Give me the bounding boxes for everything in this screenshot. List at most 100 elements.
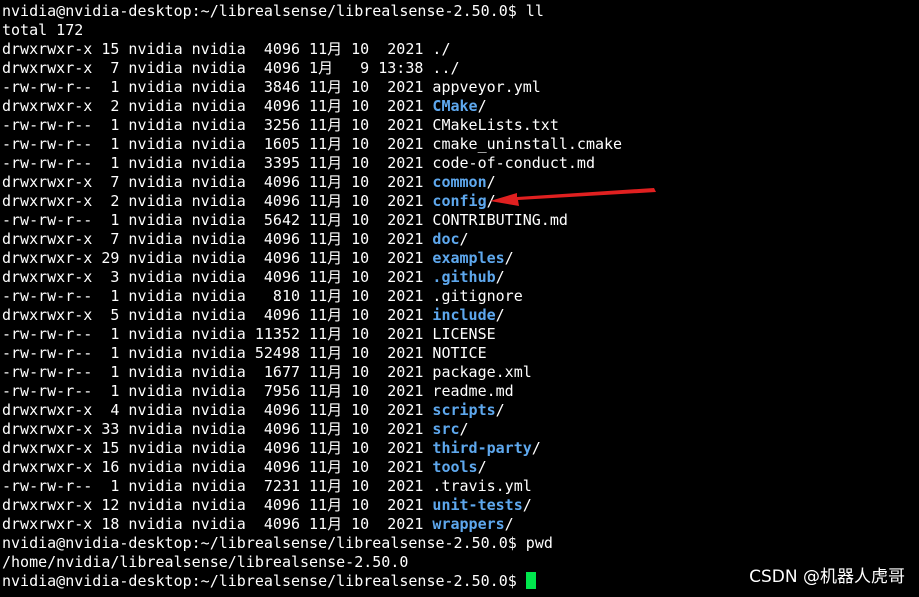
file-meta: drwxrwxr-x 16 nvidia nvidia 4096 11月 10 … [2,458,433,476]
command-line: nvidia@nvidia-desktop:~/librealsense/lib… [2,2,917,21]
file-meta: drwxrwxr-x 7 nvidia nvidia 4096 11月 10 2… [2,230,433,248]
path-separator: / [477,458,487,476]
file-name: .travis.yml [432,477,532,495]
directory-name: CMake [432,97,478,115]
listing-row: drwxrwxr-x 7 nvidia nvidia 4096 11月 10 2… [2,230,917,249]
listing-row: drwxrwxr-x 5 nvidia nvidia 4096 11月 10 2… [2,306,917,325]
command-line: nvidia@nvidia-desktop:~/librealsense/lib… [2,534,917,553]
file-meta: drwxrwxr-x 29 nvidia nvidia 4096 11月 10 … [2,249,433,267]
file-meta: drwxrwxr-x 4 nvidia nvidia 4096 11月 10 2… [2,401,433,419]
path-separator: / [486,173,496,191]
file-meta: drwxrwxr-x 33 nvidia nvidia 4096 11月 10 … [2,420,433,438]
file-name: code-of-conduct.md [432,154,595,172]
terminal-output[interactable]: nvidia@nvidia-desktop:~/librealsense/lib… [2,2,917,591]
file-name: CONTRIBUTING.md [432,211,568,229]
file-name: package.xml [432,363,532,381]
listing-row: drwxrwxr-x 15 nvidia nvidia 4096 11月 10 … [2,40,917,59]
file-name: ../ [432,59,460,77]
file-meta: -rw-rw-r-- 1 nvidia nvidia 11352 11月 10 … [2,325,433,343]
file-meta: drwxrwxr-x 3 nvidia nvidia 4096 11月 10 2… [2,268,433,286]
file-meta: drwxrwxr-x 15 nvidia nvidia 4096 11月 10 … [2,40,433,58]
directory-name: doc [432,230,460,248]
file-meta: drwxrwxr-x 12 nvidia nvidia 4096 11月 10 … [2,496,433,514]
file-name: LICENSE [432,325,496,343]
listing-row: -rw-rw-r-- 1 nvidia nvidia 1677 11月 10 2… [2,363,917,382]
file-meta: -rw-rw-r-- 1 nvidia nvidia 3846 11月 10 2… [2,78,433,96]
file-name: cmake_uninstall.cmake [432,135,623,153]
file-name: appveyor.yml [432,78,541,96]
directory-name: third-party [432,439,532,457]
shell-prompt: nvidia@nvidia-desktop:~/librealsense/lib… [2,2,526,20]
directory-name: wrappers [432,515,505,533]
listing-row: drwxrwxr-x 4 nvidia nvidia 4096 11月 10 2… [2,401,917,420]
listing-row: drwxrwxr-x 7 nvidia nvidia 4096 11月 10 2… [2,173,917,192]
directory-name: config [432,192,487,210]
shell-prompt: nvidia@nvidia-desktop:~/librealsense/lib… [2,572,526,590]
path-separator: / [486,192,496,210]
path-separator: / [504,249,514,267]
watermark: CSDN @机器人虎哥 [749,567,905,587]
directory-name: include [432,306,496,324]
directory-name: scripts [432,401,496,419]
file-meta: drwxrwxr-x 2 nvidia nvidia 4096 11月 10 2… [2,192,433,210]
file-meta: drwxrwxr-x 7 nvidia nvidia 4096 11月 10 2… [2,173,433,191]
path-separator: / [495,306,505,324]
command-text: pwd [525,534,553,552]
listing-row: -rw-rw-r-- 1 nvidia nvidia 7956 11月 10 2… [2,382,917,401]
path-separator: / [459,420,469,438]
listing-row: -rw-rw-r-- 1 nvidia nvidia 810 11月 10 20… [2,287,917,306]
file-name: .gitignore [432,287,523,305]
path-separator: / [495,268,505,286]
listing-row: drwxrwxr-x 7 nvidia nvidia 4096 1月 9 13:… [2,59,917,78]
path-separator: / [495,401,505,419]
listing-row: -rw-rw-r-- 1 nvidia nvidia 5642 11月 10 2… [2,211,917,230]
file-name: CMakeLists.txt [432,116,559,134]
file-meta: drwxrwxr-x 15 nvidia nvidia 4096 11月 10 … [2,439,433,457]
cursor [525,572,536,589]
listing-row: drwxrwxr-x 16 nvidia nvidia 4096 11月 10 … [2,458,917,477]
path-separator: / [459,230,469,248]
command-text: ll [525,2,544,20]
directory-name: examples [432,249,505,267]
directory-name: .github [432,268,496,286]
file-meta: drwxrwxr-x 18 nvidia nvidia 4096 11月 10 … [2,515,433,533]
directory-name: tools [432,458,478,476]
listing-row: -rw-rw-r-- 1 nvidia nvidia 1605 11月 10 2… [2,135,917,154]
directory-name: unit-tests [432,496,523,514]
directory-name: common [432,173,487,191]
listing-row: drwxrwxr-x 2 nvidia nvidia 4096 11月 10 2… [2,192,917,211]
file-meta: drwxrwxr-x 7 nvidia nvidia 4096 1月 9 13:… [2,59,433,77]
file-meta: -rw-rw-r-- 1 nvidia nvidia 3395 11月 10 2… [2,154,433,172]
file-meta: -rw-rw-r-- 1 nvidia nvidia 810 11月 10 20… [2,287,433,305]
path-separator: / [522,496,532,514]
listing-row: drwxrwxr-x 18 nvidia nvidia 4096 11月 10 … [2,515,917,534]
listing-row: -rw-rw-r-- 1 nvidia nvidia 11352 11月 10 … [2,325,917,344]
listing-row: -rw-rw-r-- 1 nvidia nvidia 3256 11月 10 2… [2,116,917,135]
listing-row: drwxrwxr-x 15 nvidia nvidia 4096 11月 10 … [2,439,917,458]
listing-row: drwxrwxr-x 2 nvidia nvidia 4096 11月 10 2… [2,97,917,116]
directory-name: src [432,420,460,438]
listing-row: -rw-rw-r-- 1 nvidia nvidia 3395 11月 10 2… [2,154,917,173]
file-meta: -rw-rw-r-- 1 nvidia nvidia 3256 11月 10 2… [2,116,433,134]
listing-row: drwxrwxr-x 29 nvidia nvidia 4096 11月 10 … [2,249,917,268]
file-meta: drwxrwxr-x 2 nvidia nvidia 4096 11月 10 2… [2,97,433,115]
file-name: NOTICE [432,344,487,362]
listing-row: drwxrwxr-x 12 nvidia nvidia 4096 11月 10 … [2,496,917,515]
file-meta: -rw-rw-r-- 1 nvidia nvidia 1677 11月 10 2… [2,363,433,381]
path-separator: / [477,97,487,115]
file-meta: -rw-rw-r-- 1 nvidia nvidia 1605 11月 10 2… [2,135,433,153]
listing-row: drwxrwxr-x 33 nvidia nvidia 4096 11月 10 … [2,420,917,439]
listing-row: -rw-rw-r-- 1 nvidia nvidia 7231 11月 10 2… [2,477,917,496]
listing-row: -rw-rw-r-- 1 nvidia nvidia 52498 11月 10 … [2,344,917,363]
shell-prompt: nvidia@nvidia-desktop:~/librealsense/lib… [2,534,526,552]
file-name: ./ [432,40,451,58]
file-name: readme.md [432,382,514,400]
path-separator: / [504,515,514,533]
path-separator: / [531,439,541,457]
total-line: total 172 [2,21,84,39]
file-meta: -rw-rw-r-- 1 nvidia nvidia 52498 11月 10 … [2,344,433,362]
file-meta: -rw-rw-r-- 1 nvidia nvidia 7956 11月 10 2… [2,382,433,400]
file-meta: -rw-rw-r-- 1 nvidia nvidia 7231 11月 10 2… [2,477,433,495]
file-meta: -rw-rw-r-- 1 nvidia nvidia 5642 11月 10 2… [2,211,433,229]
listing-row: drwxrwxr-x 3 nvidia nvidia 4096 11月 10 2… [2,268,917,287]
